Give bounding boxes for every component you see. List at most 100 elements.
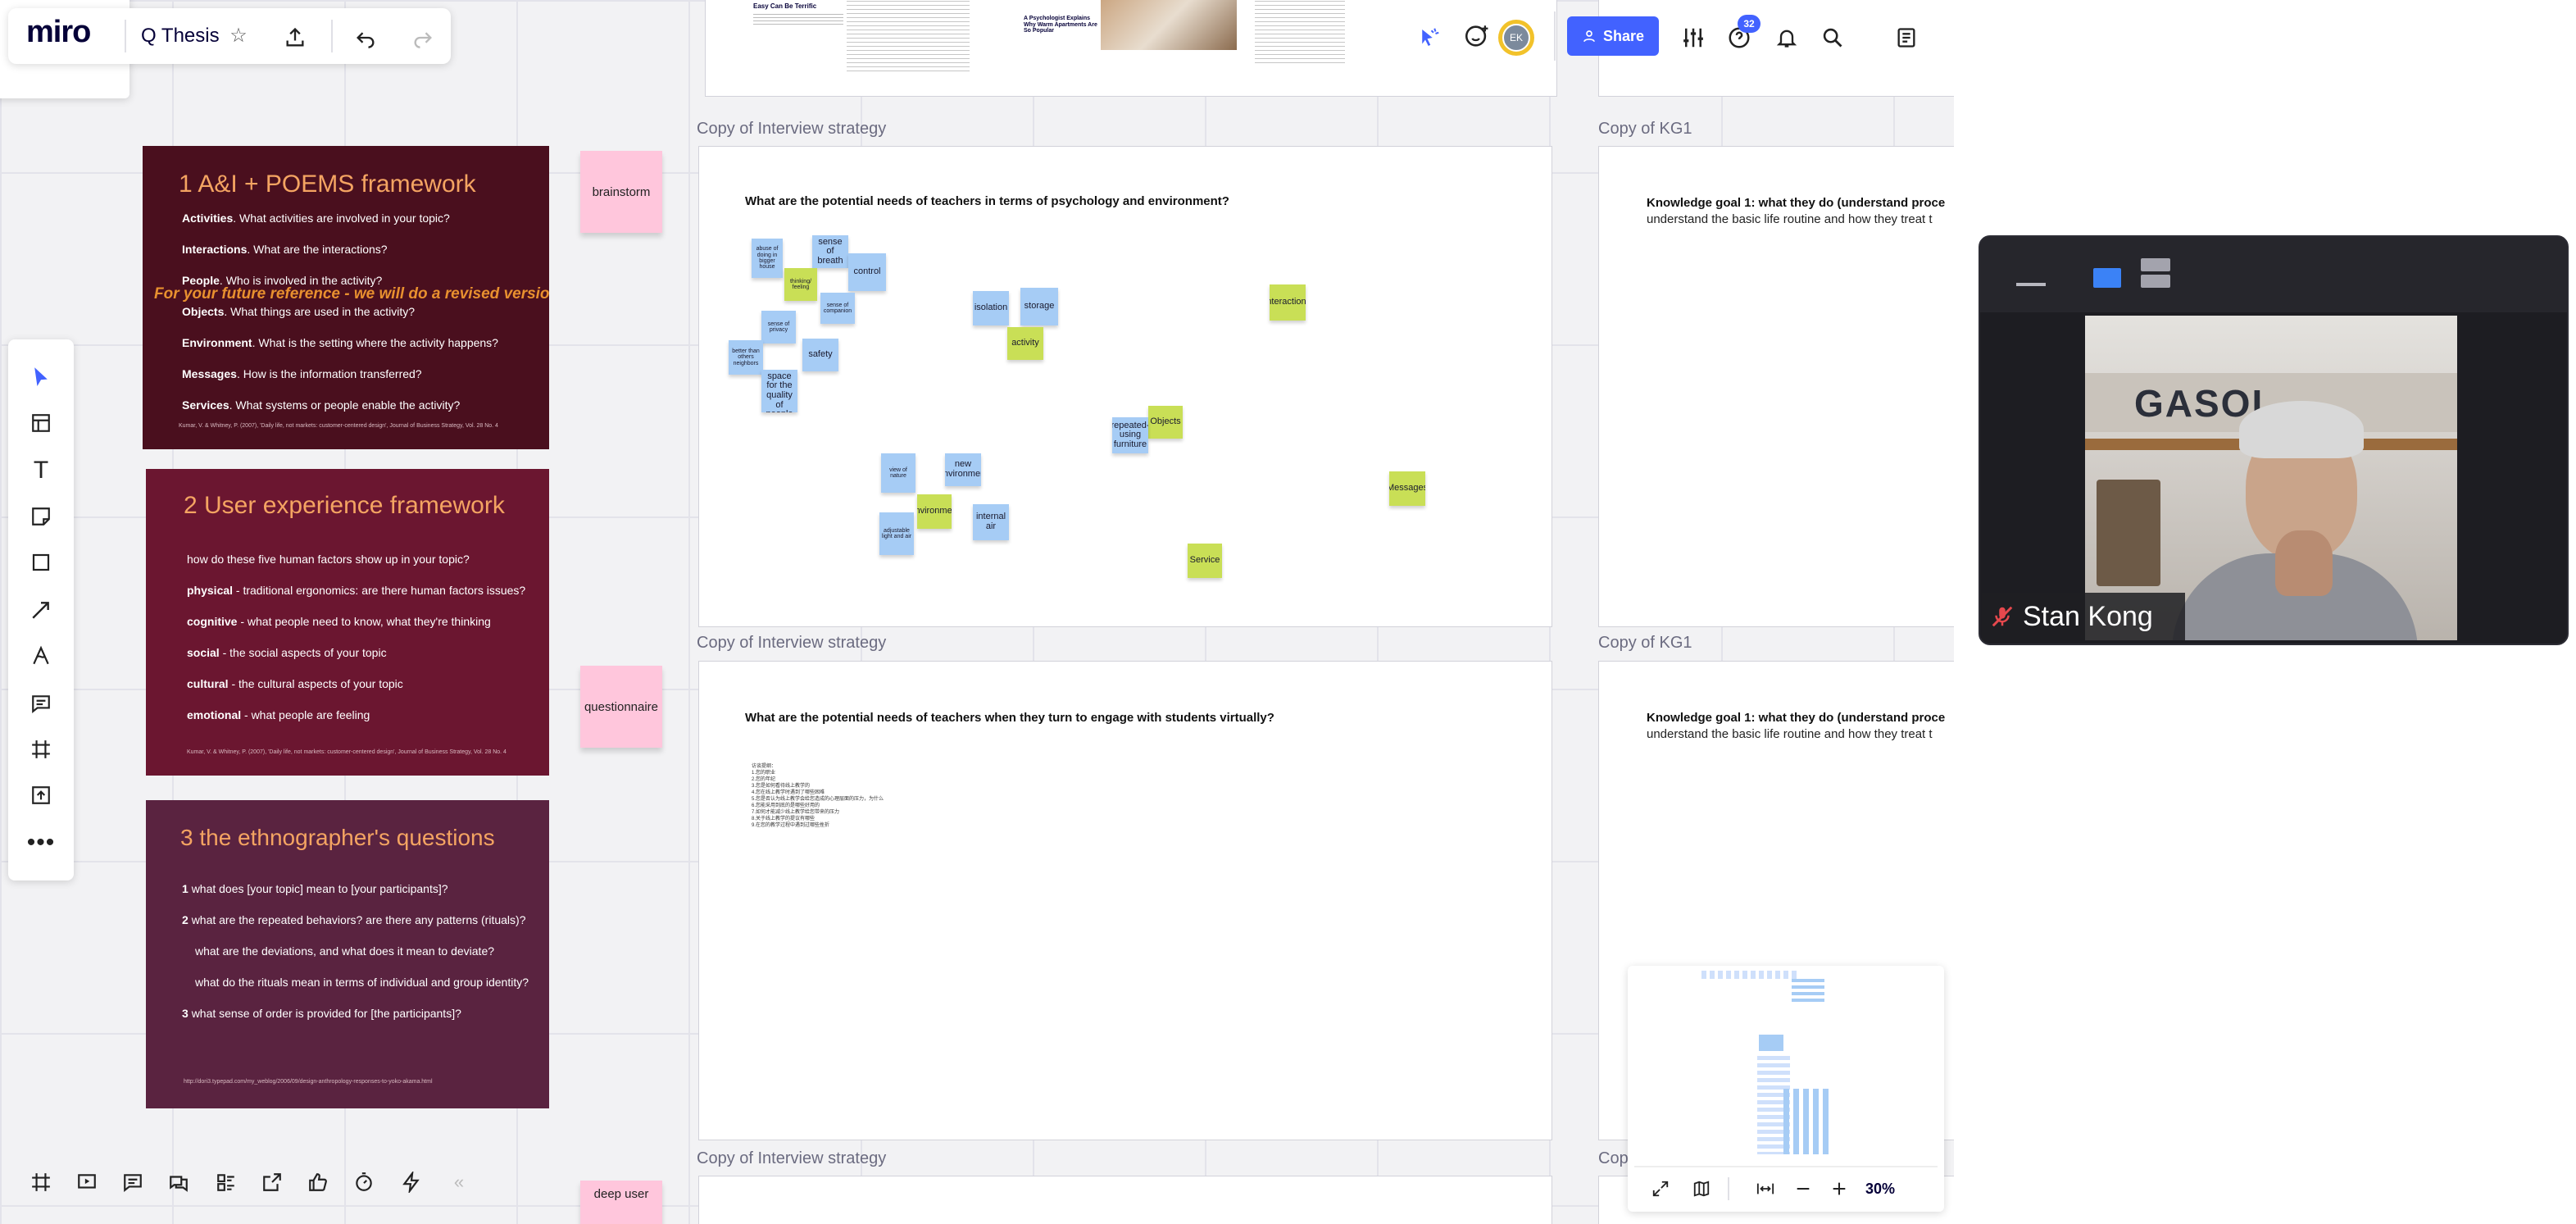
connection-line-icon[interactable] (25, 594, 57, 626)
frame-label: Cop (1598, 1149, 1629, 1167)
share-button[interactable]: Share (1567, 16, 1659, 56)
slide-citation: Kumar, V. & Whitney, P. (2007), 'Daily l… (187, 749, 507, 755)
gallery-view-icon[interactable] (2141, 258, 2170, 271)
slide-line-text: what are the deviations, and what does i… (195, 944, 495, 958)
text-tool-icon[interactable]: T (25, 454, 57, 487)
slide-title: 1 A&I + POEMS framework (179, 171, 476, 198)
sticky-note-icon[interactable] (25, 500, 57, 533)
frame-kg-1[interactable]: Knowledge goal 1: what they do (understa… (1598, 146, 1954, 627)
templates-icon[interactable] (25, 407, 57, 439)
frame-question: What are the potential needs of teachers… (745, 194, 1229, 208)
zoom-level[interactable]: 30% (1865, 1181, 1895, 1198)
sticky-note[interactable]: Environment (917, 494, 952, 529)
slide-line-text: what sense of order is provided for [the… (191, 1007, 461, 1020)
export-icon[interactable] (279, 21, 311, 54)
reaction-thumbs-icon[interactable] (302, 1166, 334, 1199)
sticky-note[interactable]: internal air (973, 504, 1009, 540)
notes-panel-icon[interactable] (1888, 20, 1924, 56)
sticky-note[interactable]: sense of privacy (761, 311, 796, 344)
slide-line-text: - the cultural aspects of your topic (231, 677, 403, 690)
sticky-note[interactable]: safety (802, 339, 838, 371)
sticky-note[interactable]: activity (1007, 327, 1043, 360)
sticky-note[interactable]: storage (1020, 288, 1058, 325)
outline-line: 7.如何才能减少线上教学给您带来的压力 (752, 810, 840, 815)
reactions-icon[interactable] (1411, 20, 1447, 56)
slide-line-text: - the social aspects of your topic (222, 646, 387, 659)
video-call-window[interactable]: GASOL Stan Kong (1979, 235, 2569, 645)
share-link-icon[interactable] (256, 1166, 288, 1199)
star-icon[interactable]: ☆ (226, 23, 251, 48)
add-collaborator-icon[interactable] (1459, 18, 1495, 54)
sticky-note[interactable]: abuse of doing in bigger house (752, 239, 783, 278)
outline-line: 6.您能采用到底的是哪些好用的 (752, 803, 820, 808)
collapse-toolbar-icon[interactable]: « (443, 1166, 475, 1199)
slide-line-keyword: Activities (182, 212, 234, 225)
outline-line: 4.您在线上教学时遇到了哪些困难 (752, 790, 825, 795)
sticky-note[interactable]: sense of breath (812, 235, 848, 268)
slide-ux-framework[interactable]: 2 User experience framework how do these… (146, 469, 549, 776)
board-canvas[interactable]: Easy Can Be Terrific A Psychologist Expl… (0, 0, 1954, 1224)
kg-title: Knowledge goal 1: what they do (understa… (1647, 711, 1946, 725)
lightning-icon[interactable] (395, 1166, 428, 1199)
fit-to-screen-icon[interactable] (1751, 1174, 1780, 1204)
settings-sliders-icon[interactable] (1675, 20, 1711, 56)
frame-tool-icon[interactable] (25, 733, 57, 766)
outline-line: 3.您是如何看待线上教学的 (752, 784, 811, 789)
minimap-preview (1701, 966, 1865, 1163)
slide-line: emotional - what people are feeling (187, 708, 370, 721)
shape-tool-icon[interactable] (25, 546, 57, 579)
sticky-note[interactable]: new environment (945, 453, 981, 486)
pen-icon[interactable] (25, 639, 57, 672)
presentation-icon[interactable] (70, 1166, 103, 1199)
chat-icon[interactable] (162, 1166, 195, 1199)
avatar[interactable]: EK (1498, 20, 1534, 56)
sticky-note[interactable]: Objects (1148, 406, 1183, 439)
sticky-note[interactable]: adjustable light and air (879, 512, 914, 555)
cards-icon[interactable] (210, 1166, 243, 1199)
sticky-note[interactable]: Service (1188, 544, 1222, 578)
board-title[interactable]: Q Thesis (141, 25, 220, 48)
frame-label: Copy of KG1 (1598, 634, 1692, 652)
miro-logo[interactable]: miro (26, 15, 91, 50)
select-tool-icon[interactable] (25, 361, 57, 394)
minimap[interactable]: 30% (1628, 966, 1944, 1212)
frame-interview-2[interactable]: What are the potential needs of teachers… (698, 661, 1552, 1140)
sticky-note[interactable]: isolation (973, 291, 1009, 325)
user-icon (1582, 29, 1597, 43)
sticky-note[interactable]: Messages (1389, 471, 1425, 506)
timer-icon[interactable] (348, 1166, 380, 1199)
participant-video: GASOL (2085, 316, 2457, 640)
sticky-note[interactable]: repeated-using furniture (1112, 417, 1148, 453)
zoom-in-icon[interactable] (1824, 1174, 1854, 1204)
sticky-deep-user[interactable]: deep user (580, 1181, 662, 1224)
comments-icon[interactable] (116, 1166, 149, 1199)
bell-icon[interactable] (1769, 20, 1805, 56)
slide-line-keyword: 1 (182, 882, 189, 895)
map-icon[interactable] (1687, 1174, 1716, 1204)
sticky-note[interactable]: better than others neighbors (729, 340, 763, 375)
undo-icon[interactable] (349, 21, 382, 54)
sticky-note[interactable]: view of nature (881, 453, 915, 493)
sticky-note[interactable]: interactions (1270, 284, 1306, 321)
slide-ethnographer[interactable]: 3 the ethnographer's questions 1 what do… (146, 800, 549, 1108)
sticky-questionnaire[interactable]: questionnaire (580, 666, 662, 748)
redo-icon[interactable] (407, 21, 439, 54)
frame-interview-1[interactable]: What are the potential needs of teachers… (698, 146, 1552, 627)
more-tools-icon[interactable]: ••• (25, 826, 57, 859)
search-icon[interactable] (1815, 20, 1851, 56)
sticky-note[interactable]: thinking/ feeling (784, 268, 817, 301)
sticky-note[interactable]: control (848, 253, 886, 291)
sticky-brainstorm[interactable]: brainstorm (580, 151, 662, 233)
sticky-note[interactable]: sense of companion (820, 293, 855, 324)
upload-icon[interactable] (25, 779, 57, 812)
frame-interview-3[interactable] (698, 1176, 1552, 1224)
slide-poems[interactable]: 1 A&I + POEMS framework Activities. What… (143, 146, 549, 449)
frames-icon[interactable] (25, 1166, 57, 1199)
sticky-note[interactable]: a sense of space for the quality of peop… (761, 370, 797, 412)
fullscreen-icon[interactable] (1646, 1174, 1675, 1204)
minimize-icon[interactable] (2016, 283, 2046, 286)
speaker-view-icon[interactable] (2093, 268, 2121, 288)
zoom-out-icon[interactable] (1788, 1174, 1818, 1204)
slide-line-keyword: cognitive (187, 615, 238, 628)
comment-icon[interactable] (25, 687, 57, 720)
